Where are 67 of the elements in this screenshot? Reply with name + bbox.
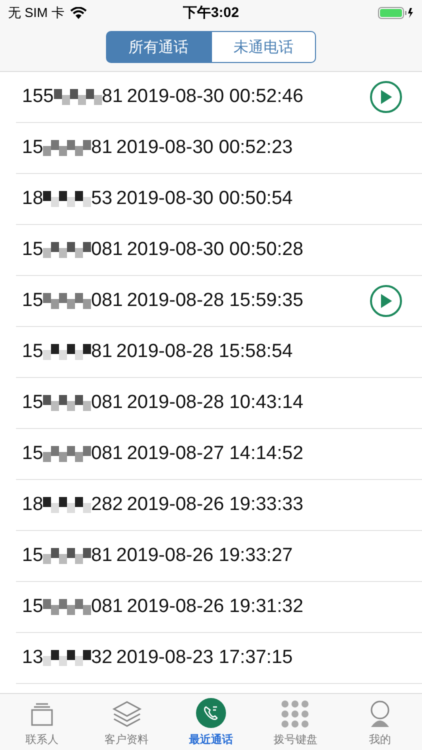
tab-bar-item[interactable]: 我的 [338, 694, 422, 750]
phone-number-start: 15 [22, 443, 44, 465]
phone-number-start: 155 [22, 86, 54, 108]
battery-icon [378, 7, 414, 19]
phone-number-end: 81 [91, 545, 112, 567]
redaction-mosaic [43, 597, 92, 617]
status-time: 下午3:02 [182, 4, 240, 22]
call-datetime: 2019-08-28 15:59:35 [126, 290, 304, 312]
call-datetime: 2019-08-26 19:31:32 [126, 596, 304, 618]
phone-number-start: 15 [22, 596, 44, 618]
play-button[interactable] [370, 285, 402, 317]
redaction-mosaic [43, 546, 92, 566]
wifi-icon [70, 7, 88, 19]
keypad-icon [280, 700, 310, 728]
call-datetime: 2019-08-30 00:50:54 [116, 188, 293, 210]
phone-number-start: 15 [22, 392, 44, 414]
phone-number-end: 81 [91, 341, 112, 363]
phone-number-start: 15 [22, 239, 44, 261]
play-icon [380, 90, 392, 104]
phone-number-start: 13 [22, 647, 44, 669]
phone-number-end: 081 [91, 443, 123, 465]
phone-icon [196, 698, 226, 728]
redaction-mosaic [43, 444, 92, 464]
call-datetime: 2019-08-30 00:50:28 [126, 239, 304, 261]
call-datetime: 2019-08-26 19:33:27 [116, 545, 293, 567]
segment-tab[interactable]: 未通电话 [211, 31, 316, 63]
phone-number-end: 081 [91, 596, 123, 618]
call-datetime: 2019-08-26 19:33:33 [126, 494, 304, 516]
phone-number-end: 81 [102, 86, 123, 108]
carrier-label: 无 SIM 卡 [8, 4, 64, 22]
phone-number-end: 081 [91, 392, 123, 414]
phone-number-end: 081 [91, 290, 123, 312]
phone-number-start: 18 [22, 494, 44, 516]
phone-number-end: 81 [91, 137, 112, 159]
phone-number-start: 18 [22, 188, 44, 210]
redaction-mosaic [43, 495, 92, 515]
folder-icon [29, 702, 56, 728]
layers-icon [112, 700, 142, 728]
phone-number-start: 15 [22, 341, 44, 363]
phone-number-start: 15 [22, 545, 44, 567]
redaction-mosaic [43, 291, 92, 311]
play-button[interactable] [370, 81, 402, 113]
call-datetime: 2019-08-28 15:58:54 [116, 341, 293, 363]
phone-number-end: 32 [91, 647, 112, 669]
call-datetime: 2019-08-27 14:14:52 [126, 443, 304, 465]
call-datetime: 2019-08-30 00:52:46 [126, 86, 304, 108]
tab-bar-item[interactable]: 客户资料 [84, 694, 169, 750]
redaction-mosaic [54, 87, 102, 107]
redaction-mosaic [43, 240, 92, 260]
phone-number-start: 15 [22, 137, 44, 159]
redaction-mosaic [43, 189, 92, 209]
phone-number-end: 282 [91, 494, 123, 516]
tab-bar-item[interactable]: 拨号键盘 [253, 694, 338, 750]
tab-bar-item[interactable]: 联系人 [0, 694, 84, 750]
redaction-mosaic [43, 648, 92, 668]
phone-number-start: 15 [22, 290, 44, 312]
redaction-mosaic [43, 342, 92, 362]
play-icon [380, 294, 392, 308]
call-datetime: 2019-08-30 00:52:23 [116, 137, 293, 159]
phone-number-end: 53 [91, 188, 112, 210]
phone-number-end: 081 [91, 239, 123, 261]
segment-tab[interactable]: 所有通话 [106, 31, 211, 63]
redaction-mosaic [43, 393, 92, 413]
call-datetime: 2019-08-23 17:37:15 [116, 647, 293, 669]
tab-bar-item[interactable]: 最近通话 [168, 694, 254, 750]
call-datetime: 2019-08-28 10:43:14 [126, 392, 304, 414]
redaction-mosaic [43, 138, 92, 158]
